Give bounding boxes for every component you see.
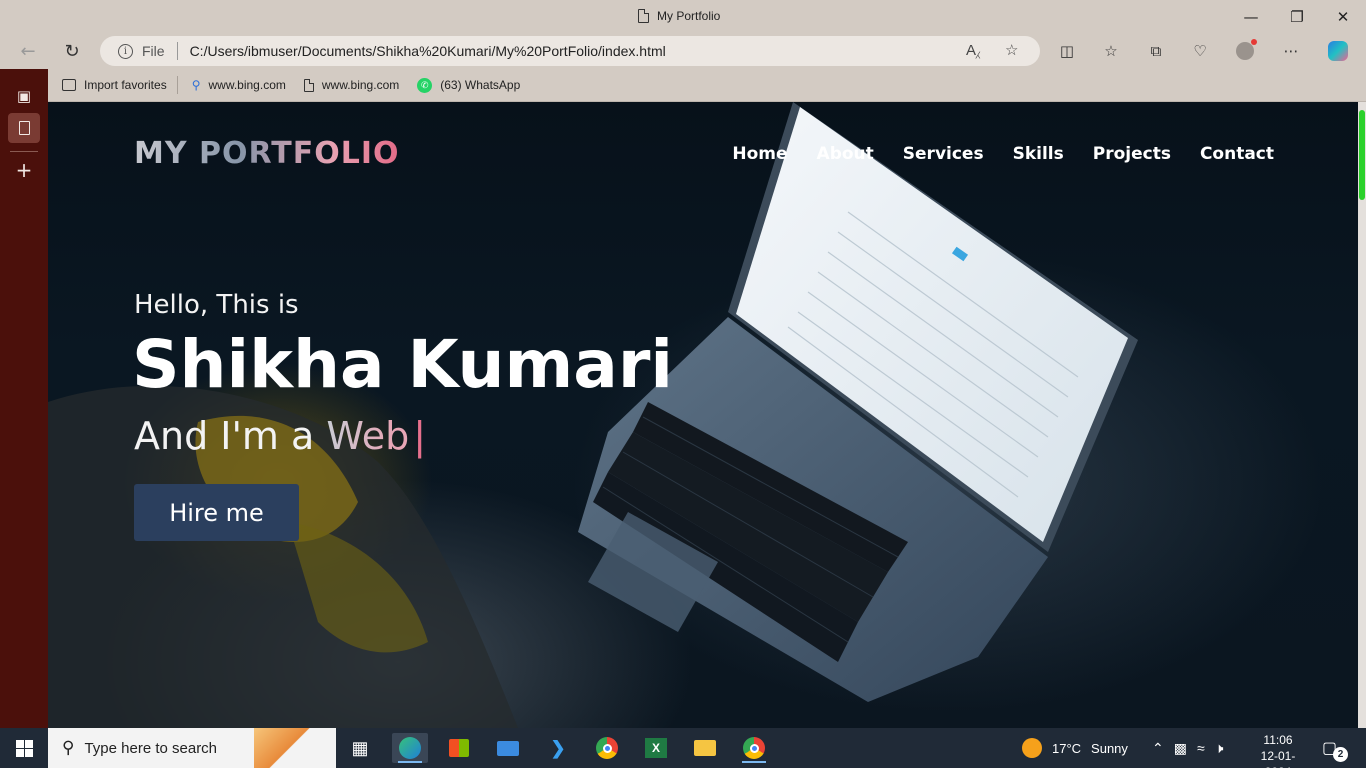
weather-temp: 17°C (1052, 740, 1082, 756)
meet-now-icon[interactable]: ▩ (1174, 740, 1187, 757)
file-explorer-icon[interactable] (687, 733, 723, 763)
tab-actions-icon[interactable]: ▣ (8, 81, 40, 111)
collections-icon[interactable]: ⧉ (1146, 41, 1166, 61)
nav-home[interactable]: Home (732, 144, 787, 164)
portfolio-page: MY PORTFOLIO Home About Services Skills … (48, 102, 1358, 728)
new-tab-icon[interactable]: + (8, 155, 40, 185)
weather-condition: Sunny (1091, 740, 1128, 756)
favorites-divider (176, 76, 178, 94)
role-typed-text: Web (326, 414, 410, 458)
close-button[interactable]: ✕ (1320, 0, 1366, 33)
read-aloud-icon[interactable]: A⁁ (966, 41, 980, 59)
taskbar-clock[interactable]: 11:06 12-01-2024 (1252, 732, 1304, 768)
tab-my-portfolio[interactable] (8, 113, 40, 143)
active-indicator (742, 761, 766, 763)
address-bar[interactable]: i File C:/Users/ibmuser/Documents/Shikha… (100, 36, 1040, 66)
hero-name: Shikha Kumari (132, 326, 673, 403)
active-indicator (398, 761, 422, 763)
minimize-button[interactable]: — (1228, 0, 1274, 33)
back-button[interactable]: ← (12, 37, 44, 65)
notification-count: 2 (1333, 747, 1348, 762)
clock-time: 11:06 (1263, 733, 1293, 747)
window-title-wrap: My Portfolio (638, 9, 720, 23)
nav-skills[interactable]: Skills (1013, 144, 1064, 164)
nav-projects[interactable]: Projects (1093, 144, 1171, 164)
address-divider (176, 42, 178, 60)
favorite-label: Import favorites (84, 78, 167, 92)
excel-icon[interactable]: X (638, 733, 674, 763)
split-screen-icon[interactable]: ◫ (1057, 41, 1077, 61)
favorite-label: www.bing.com (208, 78, 286, 92)
chevron-up-icon[interactable]: ⌃ (1152, 740, 1164, 757)
favorite-label: (63) WhatsApp (440, 78, 521, 92)
favorites-bar: Import favorites ⚲ www.bing.com www.bing… (48, 69, 1366, 102)
whatsapp-icon: ✆ (417, 77, 433, 93)
search-highlight-image (254, 728, 336, 768)
favorite-bing-1[interactable]: ⚲ www.bing.com (192, 78, 286, 92)
system-tray: ⌃ ▩ ≈ 🕨 (1152, 728, 1223, 768)
hire-me-button[interactable]: Hire me (134, 484, 299, 541)
import-icon (62, 79, 76, 91)
clock-date: 12-01-2024 (1260, 749, 1296, 768)
store-icon[interactable] (441, 733, 477, 763)
favorite-import[interactable]: Import favorites (62, 78, 167, 92)
info-icon[interactable]: i (118, 43, 133, 59)
sidebar-divider (10, 151, 38, 152)
copilot-icon[interactable] (1328, 41, 1348, 61)
vertical-tabs-sidebar: ▣ + (0, 69, 48, 728)
typing-cursor: | (413, 414, 427, 458)
hero-greeting: Hello, This is (134, 290, 299, 320)
bing-icon: ⚲ (191, 78, 201, 92)
nav-about[interactable]: About (817, 144, 874, 164)
page-icon (638, 9, 649, 23)
favorites-icon[interactable]: ☆ (1101, 41, 1121, 61)
nav-contact[interactable]: Contact (1200, 144, 1274, 164)
vscode-icon[interactable]: ❯ (540, 733, 576, 763)
edge-taskbar-icon[interactable] (392, 733, 428, 763)
speaker-icon[interactable]: 🕨 (1215, 740, 1224, 757)
taskbar-search[interactable]: ⚲ Type here to search (48, 728, 336, 768)
page-scrollbar[interactable] (1358, 102, 1366, 728)
wifi-icon[interactable]: ≈ (1197, 740, 1205, 756)
windows-icon (15, 739, 33, 757)
favorite-star-icon[interactable]: ☆ (1005, 41, 1018, 59)
hero-role: And I'm a Web | (134, 414, 426, 458)
favorite-whatsapp[interactable]: ✆ (63) WhatsApp (417, 77, 521, 93)
browser-toolbar: ← ↻ i File C:/Users/ibmuser/Documents/Sh… (0, 33, 1366, 69)
more-options-icon[interactable]: ⋯ (1281, 41, 1301, 61)
site-nav: Home About Services Skills Projects Cont… (732, 144, 1274, 164)
taskbar: ⚲ Type here to search ▦ ❯ X 17°C Sunny ⌃… (0, 728, 1366, 768)
page-icon (303, 78, 314, 92)
sun-icon (1022, 738, 1042, 758)
search-icon: ⚲ (62, 738, 75, 757)
favorite-bing-2[interactable]: www.bing.com (303, 78, 400, 92)
nav-services[interactable]: Services (903, 144, 984, 164)
task-view-icon[interactable]: ▦ (342, 733, 378, 763)
start-button[interactable] (0, 728, 48, 768)
address-url[interactable]: C:/Users/ibmuser/Documents/Shikha%20Kuma… (190, 43, 666, 59)
chrome-icon[interactable] (589, 733, 625, 763)
mail-icon[interactable] (490, 733, 526, 763)
chrome-icon[interactable] (736, 733, 772, 763)
title-bar: My Portfolio — ❐ ✕ (0, 0, 1366, 33)
refresh-button[interactable]: ↻ (56, 37, 88, 65)
scrollbar-thumb[interactable] (1359, 110, 1365, 200)
site-info-label: File (142, 43, 165, 59)
profile-icon[interactable] (1235, 39, 1257, 61)
window-title: My Portfolio (657, 9, 721, 23)
search-placeholder: Type here to search (84, 739, 218, 757)
favorite-label: www.bing.com (321, 78, 400, 92)
site-logo[interactable]: MY PORTFOLIO (134, 136, 400, 171)
restore-button[interactable]: ❐ (1274, 0, 1320, 33)
weather-widget[interactable]: 17°C Sunny (1022, 728, 1128, 768)
browser-essentials-icon[interactable]: ♡ (1190, 41, 1210, 61)
role-prefix: And I'm a (134, 414, 327, 458)
